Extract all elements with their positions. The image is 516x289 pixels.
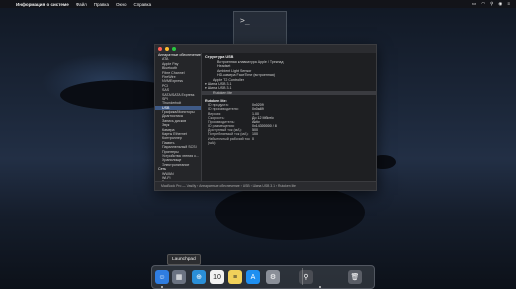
path-bar: MacBook Pro — Vasiliy › Аппаратные обесп… — [155, 181, 376, 190]
siri-icon[interactable]: ◉ — [498, 1, 502, 7]
island-shape — [215, 185, 365, 240]
menu-window[interactable]: Окно — [116, 2, 126, 7]
safari-icon[interactable]: ⊕ — [192, 270, 206, 284]
battery-icon[interactable]: ▭ — [472, 1, 476, 7]
sidebar: Аппаратные обеспечение ATA Apple Pay Blueto… — [155, 53, 202, 181]
content-pane: Структура USB Встроенная клавиатура Appl… — [202, 53, 376, 181]
menu-app-name[interactable]: Информация о системе — [16, 2, 69, 7]
menu-file[interactable]: Файл — [76, 2, 87, 7]
tree-header: Структура USB — [205, 55, 234, 59]
trash-icon[interactable]: 🗑 — [348, 270, 362, 284]
menu-edit[interactable]: Правка — [94, 2, 109, 7]
close-button[interactable] — [158, 47, 162, 51]
breadcrumb: MacBook Pro — Vasiliy › Аппаратные обесп… — [161, 184, 296, 188]
dock: ☺ ▦ ⊕ 10 ≡ A ⚙ ⚲ 🗑 — [151, 265, 375, 289]
control-center-icon[interactable]: ≡ — [507, 1, 510, 7]
menu-help[interactable]: Справка — [133, 2, 151, 7]
detail-value: 0 — [252, 136, 254, 141]
terminal-window-thumbnail[interactable]: >_ — [233, 11, 287, 46]
wifi-icon[interactable]: ◠ — [481, 1, 485, 7]
dock-separator — [302, 268, 303, 285]
running-indicator — [319, 286, 321, 288]
sidebar-item[interactable]: Параллельный SCSI — [155, 145, 201, 149]
system-information-window: Аппаратные обеспечение ATA Apple Pay Blueto… — [154, 44, 377, 191]
window-titlebar[interactable] — [155, 45, 376, 53]
appstore-icon[interactable]: A — [246, 270, 260, 284]
dock-tooltip: Launchpad — [167, 254, 201, 265]
device-details: ID продукта: 0x0209 ID производителя: 0x0a8… — [202, 103, 376, 145]
notes-icon[interactable]: ≡ — [228, 270, 242, 284]
detail-row: Избыточный рабочий ток (мА): 0 — [202, 136, 376, 145]
running-indicator — [161, 286, 163, 288]
search-icon[interactable]: ⚲ — [490, 1, 493, 7]
menubar: Информация о системе Файл Правка Окно Сп… — [0, 0, 516, 8]
detail-key: Избыточный рабочий ток (мА): — [208, 136, 250, 145]
usb-tree: Встроенная клавиатура Apple / Трекпад Hea… — [202, 60, 376, 96]
usb-tree-item[interactable]: Rutoken lite — [202, 90, 376, 96]
system-preferences-icon[interactable]: ⚙ — [266, 270, 280, 284]
launchpad-icon[interactable]: ▦ — [172, 270, 186, 284]
calendar-icon[interactable]: 10 — [210, 270, 224, 284]
finder-icon[interactable]: ☺ — [155, 270, 169, 284]
zoom-button[interactable] — [172, 47, 176, 51]
terminal-prompt-icon: >_ — [240, 16, 250, 25]
minimize-button[interactable] — [165, 47, 169, 51]
